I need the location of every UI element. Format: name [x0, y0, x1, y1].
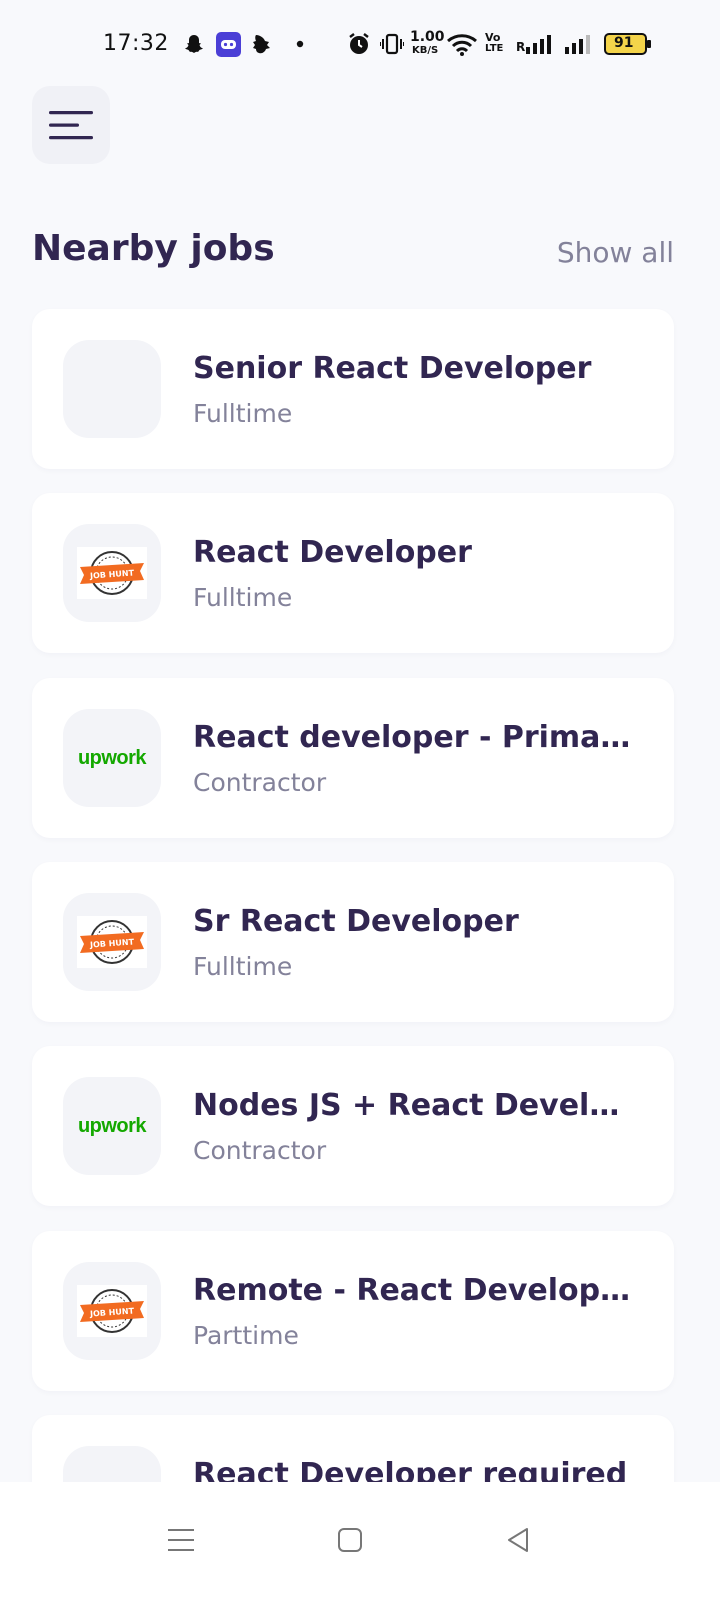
section-title: Nearby jobs [32, 228, 275, 269]
job-title: Senior React Developer [193, 351, 592, 386]
job-card[interactable]: JOB HUNT React Developer Fulltime [32, 493, 674, 653]
job-type: Fulltime [193, 583, 293, 612]
dot-icon [296, 40, 304, 48]
company-logo: upwork [63, 709, 161, 807]
game-app-icon [216, 32, 241, 57]
job-card[interactable]: upwork Nodes JS + React Develop... Contr… [32, 1046, 674, 1206]
status-bar: 17:32 1.00 KB/S Vo LTE R 91 [0, 0, 720, 90]
company-logo: JOB HUNT [63, 524, 161, 622]
status-time: 17:32 [103, 31, 169, 56]
company-logo: JOB HUNT [63, 1262, 161, 1360]
job-card[interactable]: JOB HUNT Sr React Developer Fulltime [32, 862, 674, 1022]
upwork-logo: upwork [77, 746, 147, 769]
jobhunt-logo-icon: JOB HUNT [77, 1285, 147, 1337]
job-type: Fulltime [193, 952, 293, 981]
job-title: React Developer [193, 535, 472, 570]
screen: 17:32 1.00 KB/S Vo LTE R 91 Nearby jobs … [0, 0, 720, 1600]
battery-icon: 91 [604, 33, 651, 55]
job-title: Remote - React Developer... [193, 1273, 633, 1308]
system-nav-bar [0, 1482, 720, 1600]
menu-button[interactable] [32, 86, 110, 164]
company-logo [63, 340, 161, 438]
job-type: Parttime [193, 1321, 299, 1350]
job-card[interactable]: upwork React developer - Primaril... Con… [32, 678, 674, 838]
recents-icon [168, 1529, 194, 1551]
signal-icon [526, 35, 551, 54]
upwork-logo: upwork [77, 1114, 147, 1137]
network-speed: 1.00 [410, 29, 445, 45]
menu-icon [49, 111, 93, 140]
company-logo: upwork [63, 1077, 161, 1175]
show-all-button[interactable]: Show all [557, 236, 674, 269]
back-icon [508, 1528, 528, 1552]
home-button[interactable] [320, 1510, 380, 1570]
job-title: Nodes JS + React Develop... [193, 1088, 633, 1123]
back-button[interactable] [488, 1510, 548, 1570]
nearby-jobs-header: Nearby jobs Show all [32, 228, 674, 284]
job-title: Sr React Developer [193, 904, 519, 939]
battery-level: 91 [614, 35, 634, 51]
signal-icon-2 [565, 35, 590, 54]
job-type: Fulltime [193, 399, 293, 428]
network-unit: KB/S [412, 45, 439, 56]
recents-button[interactable] [151, 1510, 211, 1570]
job-card[interactable]: Senior React Developer Fulltime [32, 309, 674, 469]
jobhunt-logo-icon: JOB HUNT [77, 916, 147, 968]
job-type: Contractor [193, 1136, 327, 1165]
jobhunt-logo-icon: JOB HUNT [77, 547, 147, 599]
volte-icon: Vo LTE [485, 31, 511, 57]
job-type: Contractor [193, 768, 327, 797]
job-card[interactable]: JOB HUNT Remote - React Developer... Par… [32, 1231, 674, 1391]
job-title: React developer - Primaril... [193, 720, 633, 755]
vibrate-icon [380, 33, 404, 55]
snapchat-icon [185, 35, 203, 53]
roaming-indicator: R [516, 40, 526, 54]
notification-app-icon [253, 35, 270, 54]
alarm-icon [349, 33, 369, 54]
home-icon [338, 1528, 362, 1552]
volte-bottom: LTE [485, 43, 504, 54]
company-logo: JOB HUNT [63, 893, 161, 991]
wifi-icon [447, 34, 477, 56]
